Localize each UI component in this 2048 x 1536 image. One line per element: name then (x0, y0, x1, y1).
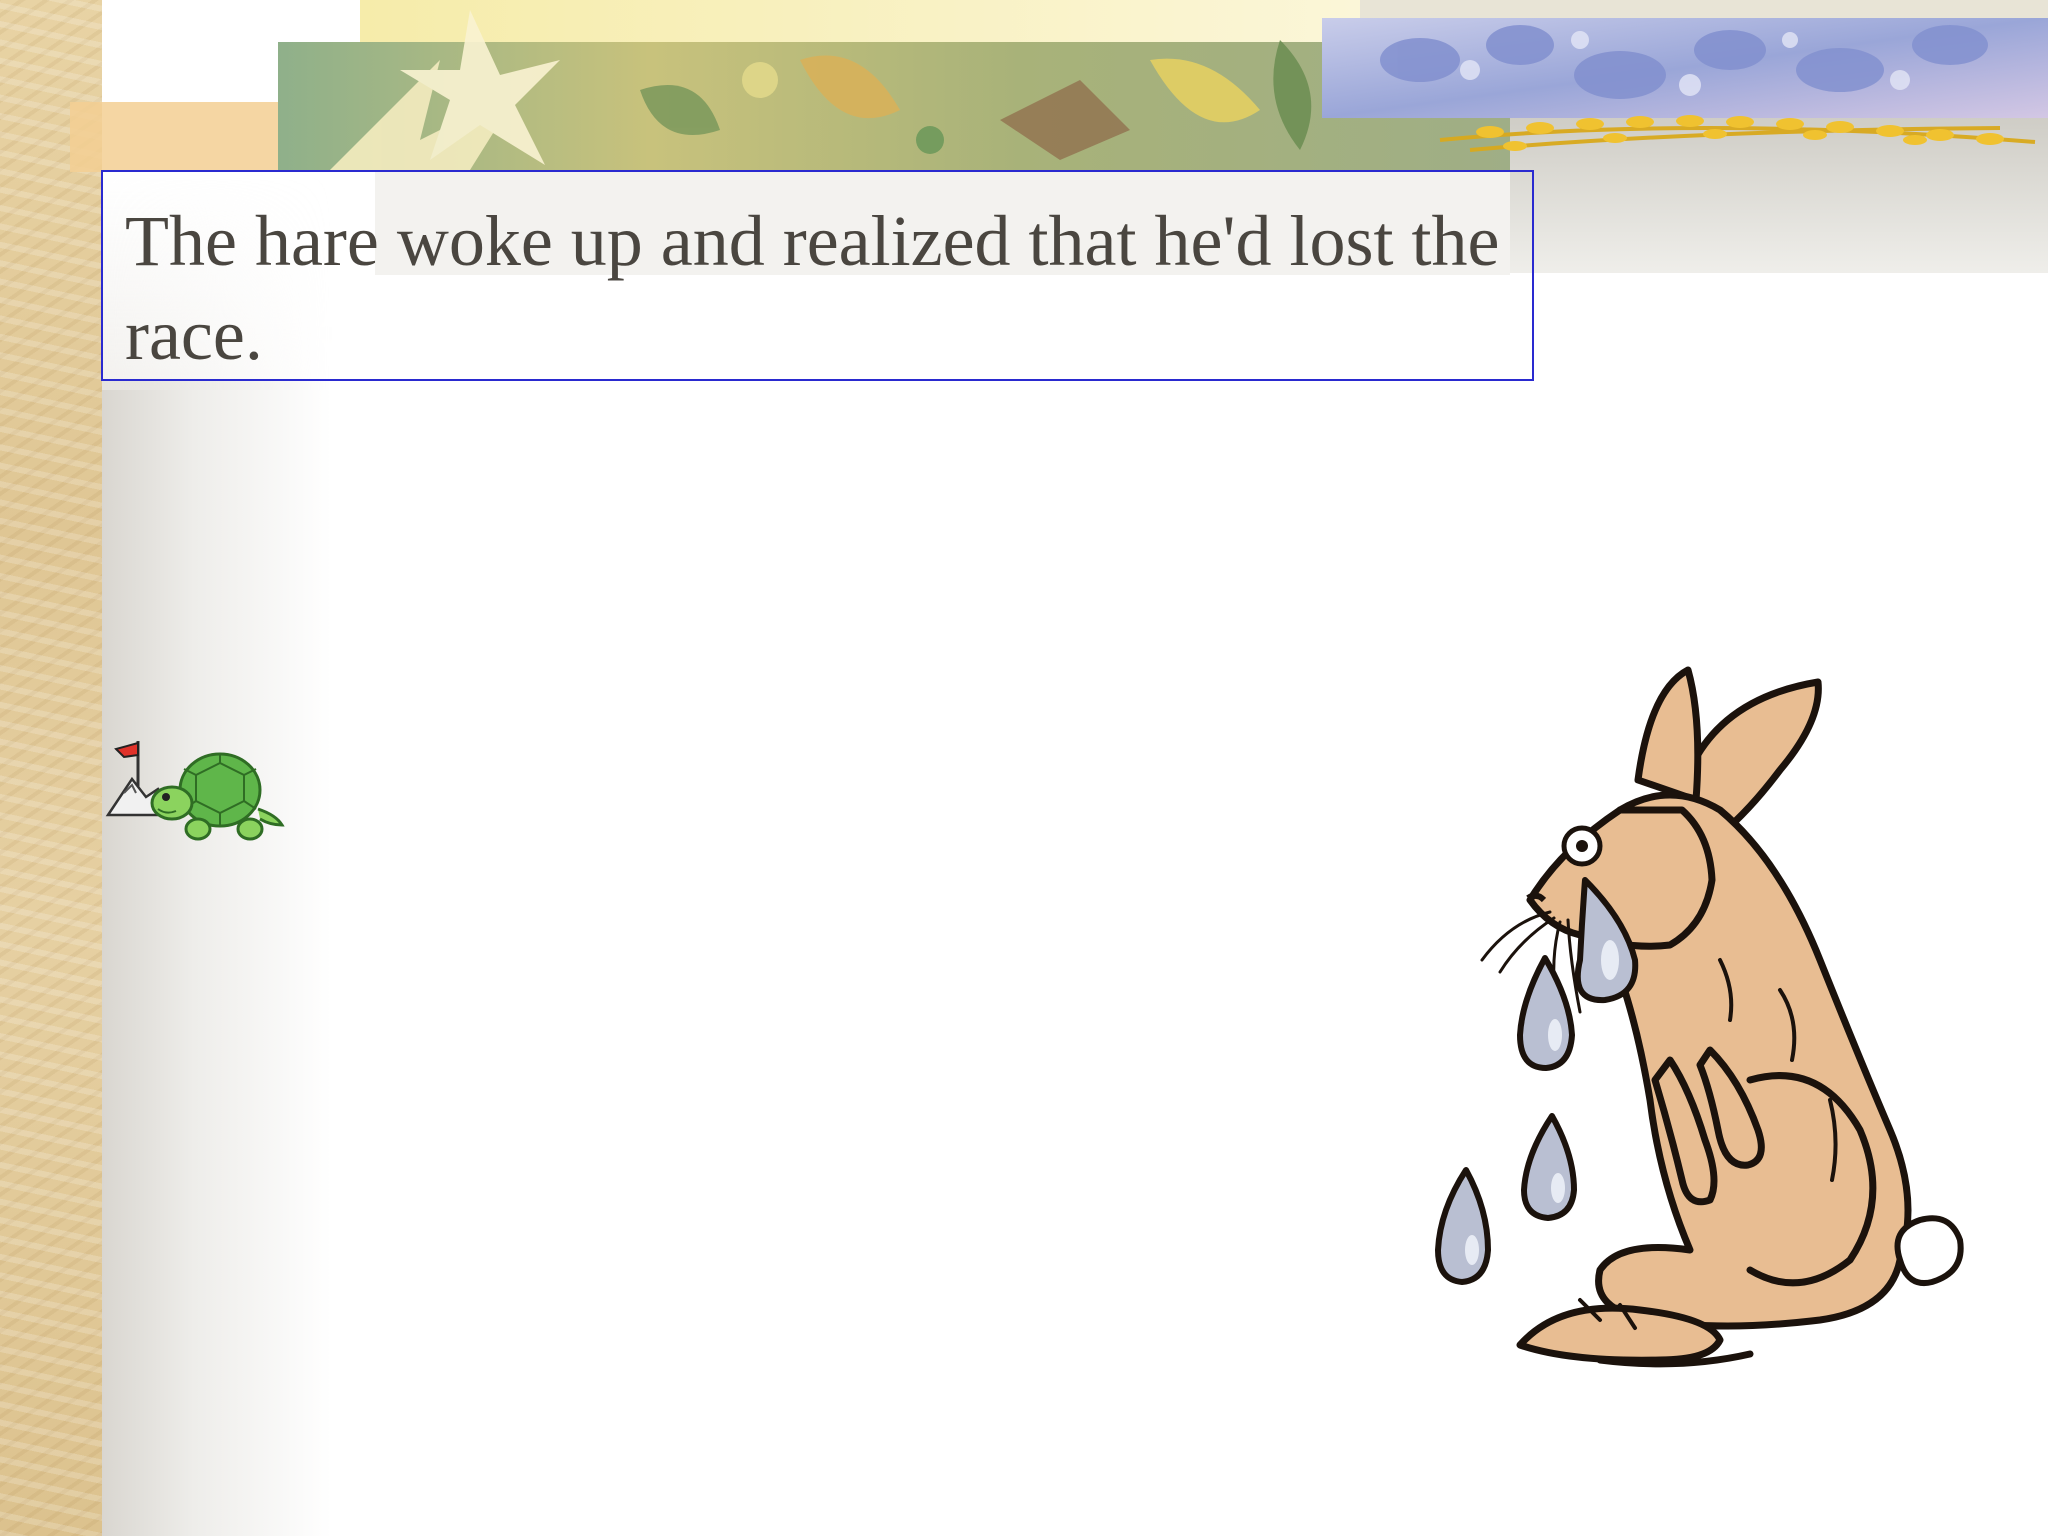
slide: The hare woke up and realized that he'd … (0, 0, 2048, 1536)
left-gradient-fade (102, 380, 332, 1536)
crying-hare-icon (1435, 666, 1964, 1368)
title-text-box: The hare woke up and realized that he'd … (101, 170, 1534, 381)
slide-text: The hare woke up and realized that he'd … (125, 201, 1500, 375)
tortoise-icon (105, 741, 285, 841)
